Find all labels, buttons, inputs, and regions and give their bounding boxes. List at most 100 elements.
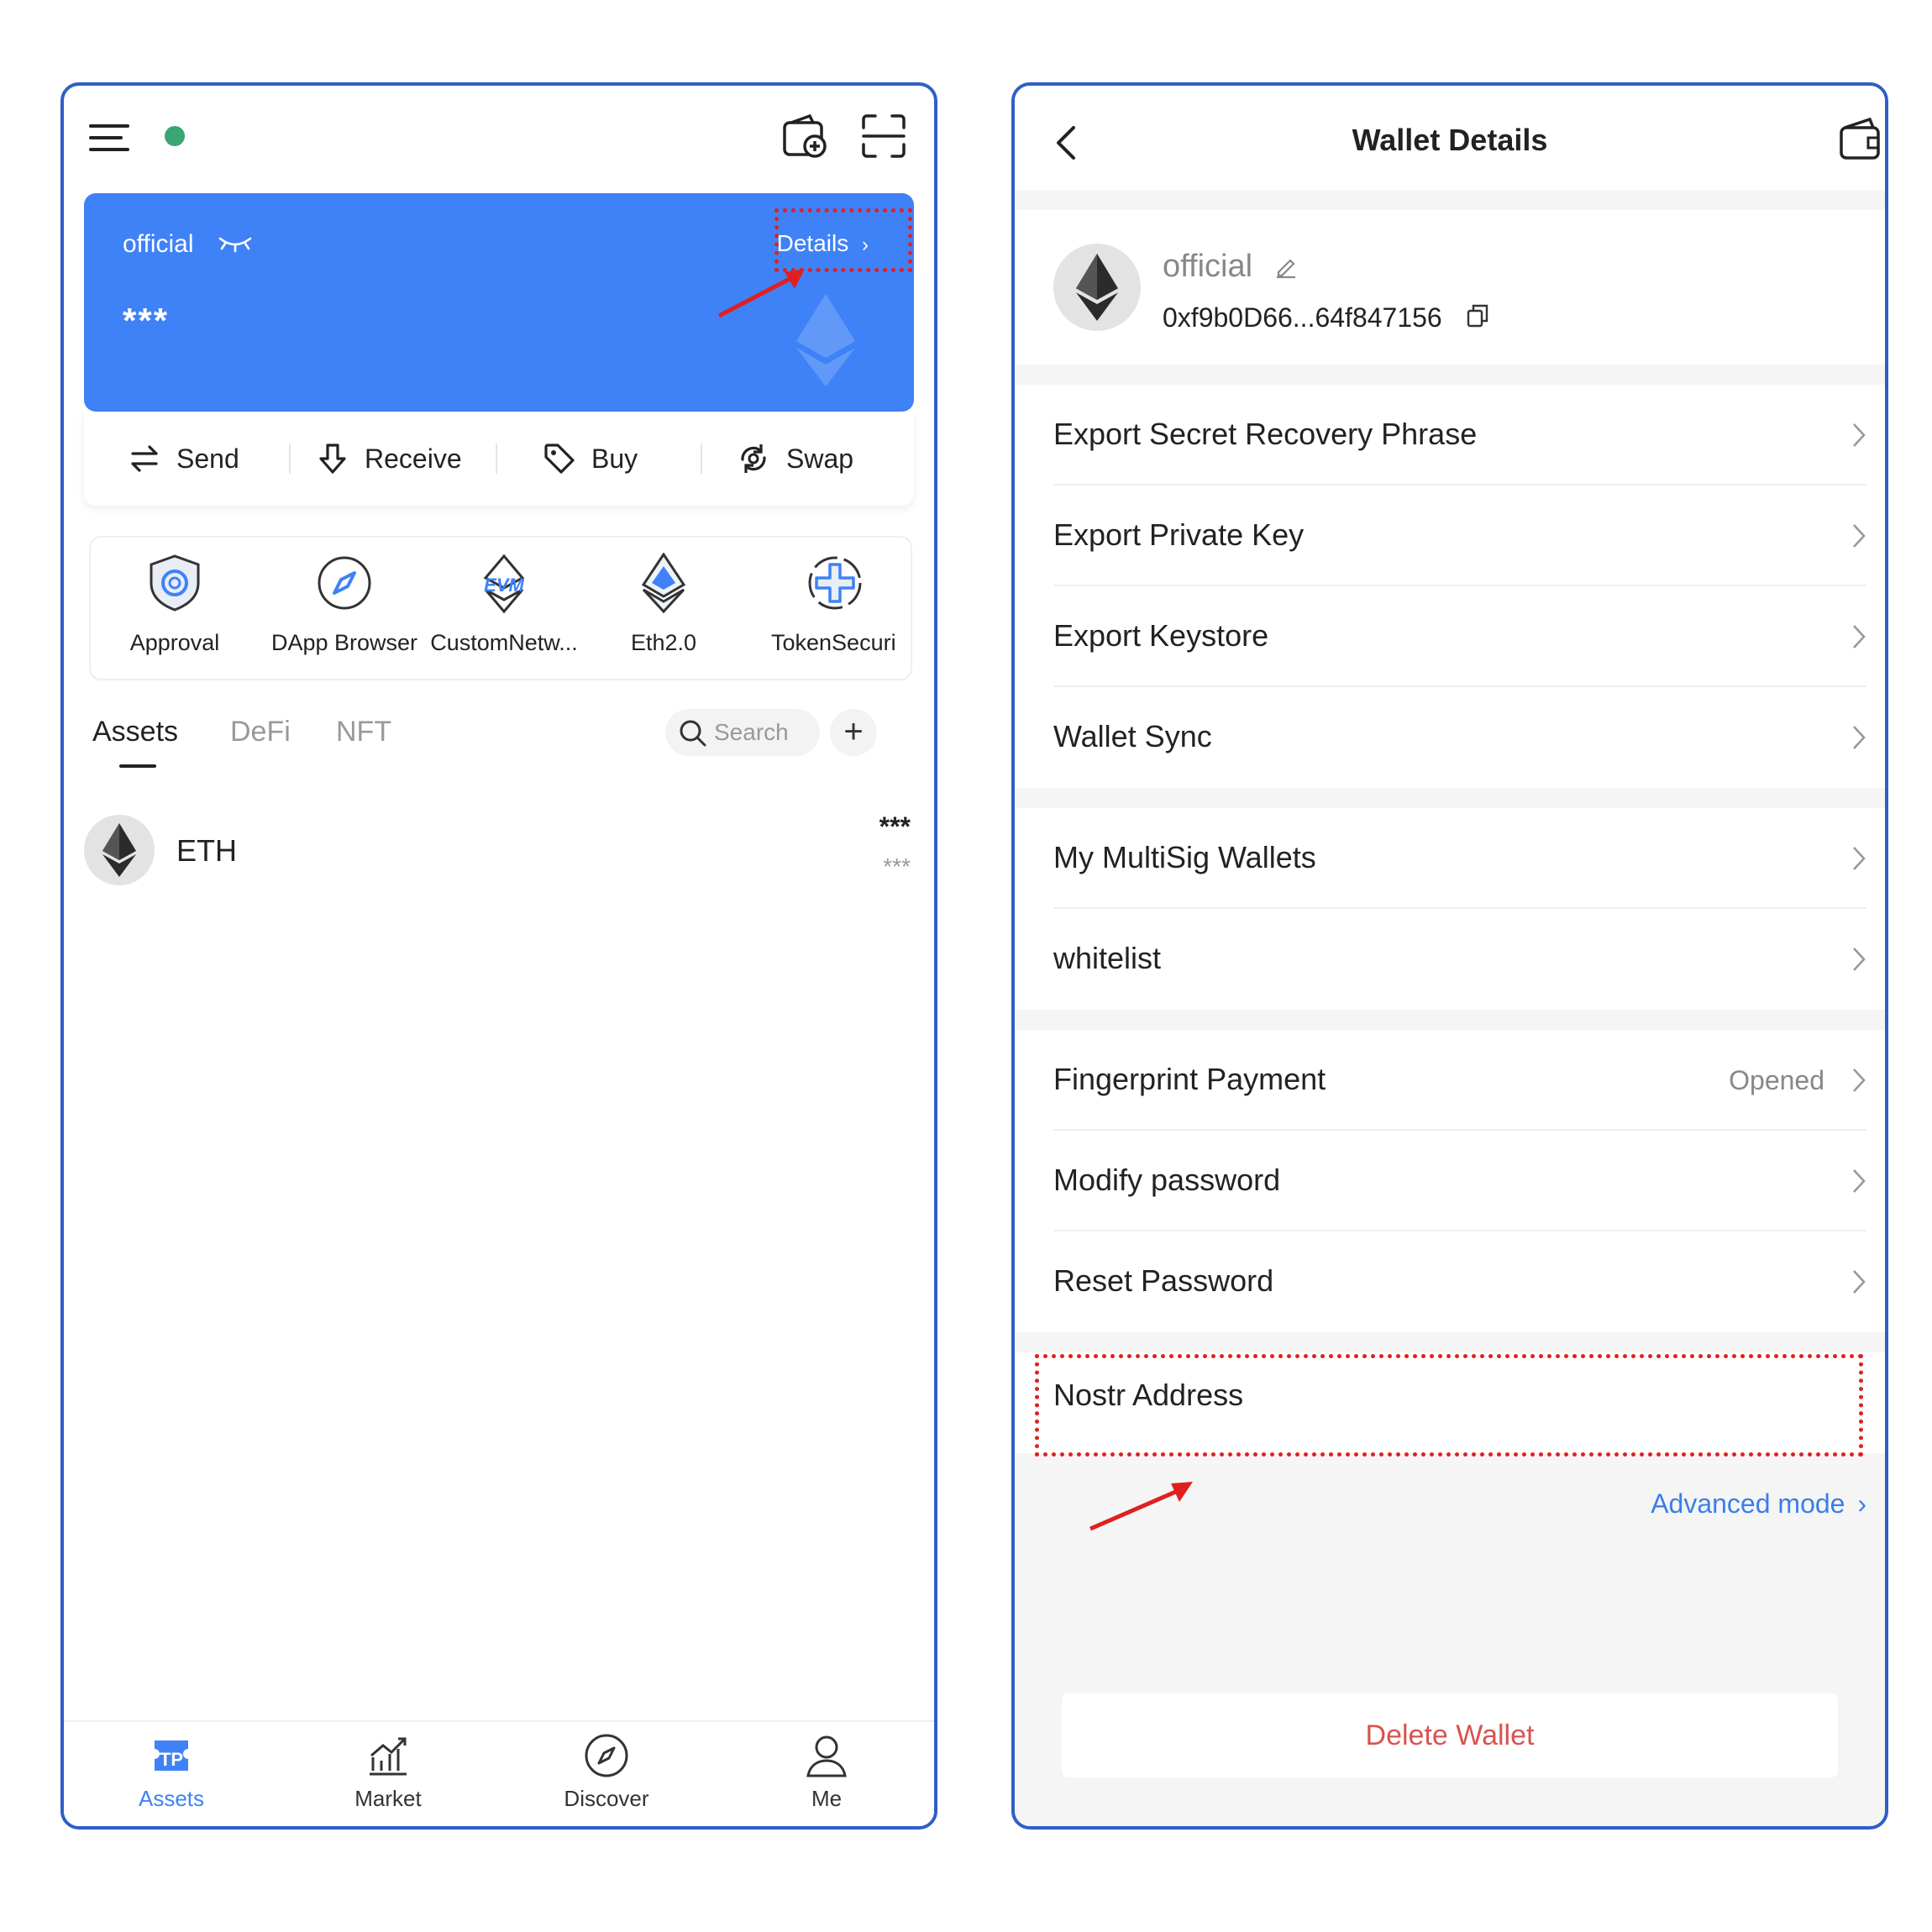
wallet-sync-row[interactable]: Wallet Sync (1015, 687, 1885, 788)
send-label: Send (176, 443, 239, 474)
search-placeholder: Search (714, 719, 789, 745)
export-private-key-row[interactable]: Export Private Key (1015, 486, 1885, 586)
token-amount: *** (879, 811, 911, 842)
ethereum-icon (633, 553, 694, 613)
svg-text:EVM: EVM (484, 575, 524, 596)
eth-token-icon (84, 815, 155, 885)
menu-icon[interactable] (89, 121, 129, 155)
svg-text:TP: TP (160, 1749, 183, 1770)
token-symbol: ETH (176, 833, 237, 868)
send-button[interactable]: Send (128, 412, 239, 506)
header: Wallet Details (1015, 86, 1885, 190)
wallet-address: 0xf9b0D66...64f847156 (1163, 302, 1442, 333)
hide-balance-icon[interactable] (218, 234, 252, 254)
advanced-mode-label: Advanced mode (1651, 1488, 1845, 1519)
row-label: Export Private Key (1053, 517, 1305, 552)
row-label: Modify password (1053, 1163, 1281, 1197)
dapp-label: DApp Browser (270, 630, 418, 655)
swap-arrows-icon (131, 445, 158, 472)
export-keystore-row[interactable]: Export Keystore (1015, 586, 1885, 687)
tab-nft[interactable]: NFT (336, 716, 391, 748)
chevron-right-icon (1853, 726, 1866, 749)
receive-button[interactable]: Receive (316, 412, 462, 506)
wallet-add-icon[interactable] (781, 113, 828, 160)
add-token-button[interactable]: + (830, 709, 877, 756)
delete-wallet-button[interactable]: Delete Wallet (1062, 1693, 1838, 1777)
nav-market[interactable]: Market (304, 1722, 472, 1826)
wallet-balance: *** (123, 301, 170, 340)
export-recovery-phrase-row[interactable]: Export Secret Recovery Phrase (1015, 385, 1885, 486)
tab-assets[interactable]: Assets (92, 716, 178, 748)
chevron-right-icon (1853, 1169, 1866, 1193)
nav-label: Assets (138, 1786, 205, 1811)
download-icon (319, 444, 346, 474)
page-title: Wallet Details (1352, 123, 1548, 157)
row-label: Export Keystore (1053, 618, 1269, 653)
swap-cycle-icon (741, 444, 766, 473)
modify-password-row[interactable]: Modify password (1015, 1131, 1885, 1231)
shield-icon (144, 553, 205, 613)
compass-icon (314, 553, 375, 613)
search-input[interactable]: Search (665, 709, 820, 756)
dapp-label: CustomNetw... (430, 630, 578, 655)
dapp-token-security[interactable]: TokenSecuri (751, 538, 911, 679)
row-label: Reset Password (1053, 1263, 1274, 1298)
tab-label: DeFi (230, 716, 291, 748)
security-section: Fingerprint Payment Opened Modify passwo… (1015, 1030, 1885, 1332)
wallet-name: official (1163, 249, 1253, 284)
wallet-icon[interactable] (1838, 116, 1885, 163)
chevron-right-icon: › (1857, 1488, 1866, 1519)
dapp-shortcuts: Approval DApp Browser EVM CustomNetw... … (89, 536, 912, 680)
annotation-arrow (716, 262, 808, 321)
dapp-browser[interactable]: DApp Browser (260, 538, 428, 679)
token-row[interactable]: ETH *** *** (84, 808, 914, 892)
nav-label: Discover (564, 1786, 649, 1811)
tab-defi[interactable]: DeFi (230, 716, 291, 748)
row-label: Export Secret Recovery Phrase (1053, 417, 1478, 451)
buy-button[interactable]: Buy (543, 412, 638, 506)
evm-icon: EVM (474, 553, 534, 613)
dapp-custom-network[interactable]: EVM CustomNetw... (420, 538, 588, 679)
chevron-right-icon (1853, 524, 1866, 548)
token-security-icon (805, 553, 865, 613)
receive-label: Receive (365, 443, 462, 474)
dapp-approval[interactable]: Approval (91, 538, 259, 679)
dapp-label: TokenSecuri (771, 630, 896, 655)
row-label: whitelist (1053, 941, 1162, 975)
nav-discover[interactable]: Discover (522, 1722, 690, 1826)
multisig-section: My MultiSig Wallets whitelist (1015, 808, 1885, 1010)
wallet-info-card: official 0xf9b0D66...64f847156 (1015, 210, 1885, 365)
nav-assets[interactable]: TP Assets (87, 1722, 255, 1826)
row-label: Wallet Sync (1053, 719, 1212, 753)
chevron-right-icon (1853, 948, 1866, 971)
token-value: *** (883, 853, 911, 879)
edit-name-icon[interactable] (1273, 254, 1299, 279)
dapp-label: Eth2.0 (630, 630, 697, 655)
buy-label: Buy (591, 443, 638, 474)
chevron-right-icon (1853, 1068, 1866, 1092)
whitelist-row[interactable]: whitelist (1015, 909, 1885, 1010)
chevron-right-icon (1853, 625, 1866, 648)
chart-icon (365, 1732, 412, 1779)
plus-icon: + (843, 713, 864, 750)
copy-icon[interactable] (1465, 302, 1490, 329)
advanced-mode-link[interactable]: Advanced mode › (1651, 1488, 1866, 1520)
search-icon (680, 720, 706, 747)
export-section: Export Secret Recovery Phrase Export Pri… (1015, 385, 1885, 788)
reset-password-row[interactable]: Reset Password (1015, 1231, 1885, 1332)
swap-label: Swap (786, 443, 854, 474)
wallet-details-screen: Wallet Details official 0xf9b0D66...64f8… (1011, 82, 1888, 1830)
scan-icon[interactable] (860, 113, 907, 160)
fingerprint-payment-row[interactable]: Fingerprint Payment Opened (1015, 1030, 1885, 1131)
tag-icon (544, 444, 575, 474)
dapp-label: Approval (129, 630, 220, 655)
multisig-wallets-row[interactable]: My MultiSig Wallets (1015, 808, 1885, 909)
assets-screen: official *** Details › Send Receive Buy (60, 82, 937, 1830)
dapp-eth2[interactable]: Eth2.0 (580, 538, 748, 679)
nostr-highlight-box (1035, 1354, 1863, 1457)
swap-button[interactable]: Swap (736, 412, 853, 506)
nav-me[interactable]: Me (743, 1722, 911, 1826)
tab-label: Assets (92, 716, 179, 748)
nav-label: Market (354, 1786, 422, 1811)
fingerprint-status: Opened (1729, 1065, 1824, 1095)
